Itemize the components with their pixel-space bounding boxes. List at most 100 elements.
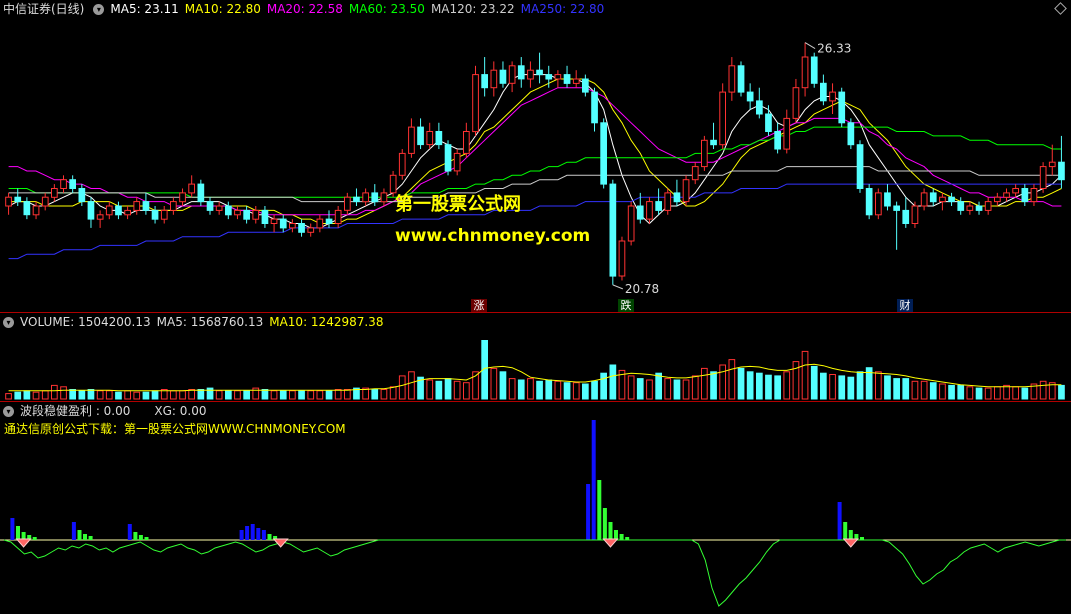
candle-body <box>966 205 974 211</box>
candle-body <box>472 74 479 133</box>
volume-ma5: MA5: 1568760.13 <box>156 315 264 329</box>
volume-bar <box>215 390 223 400</box>
volume-bar <box>14 391 22 400</box>
candle-body <box>655 201 662 211</box>
signal-bar <box>245 526 250 540</box>
candle-body <box>572 78 580 84</box>
volume-bar <box>243 390 251 400</box>
volume-bar <box>856 371 864 400</box>
candle-body <box>32 205 40 216</box>
signal-bar <box>602 508 607 540</box>
volume-bar <box>23 390 31 400</box>
volume-bar <box>60 386 67 400</box>
signal-bar <box>71 522 76 540</box>
candle-body <box>1058 161 1065 181</box>
volume-bar <box>463 382 470 400</box>
candle-body <box>792 87 800 119</box>
marker-up: 涨 <box>471 299 487 313</box>
price-panel: 中信证券(日线) ▾ MA5: 23.11 MA10: 22.80 MA20: 22.5… <box>0 0 1071 313</box>
volume-bar <box>197 389 205 400</box>
volume-bar <box>517 379 525 400</box>
candle-body <box>884 192 891 207</box>
chevron-down-icon[interactable]: ▾ <box>3 317 14 328</box>
chevron-down-icon[interactable]: ▾ <box>93 4 105 15</box>
low-label: 20.78 <box>625 282 659 296</box>
volume-bar <box>398 375 406 400</box>
volume-bar <box>893 378 900 400</box>
candle-body <box>96 214 104 220</box>
candle-body <box>206 201 214 211</box>
candle-body <box>380 192 388 203</box>
candle-body <box>87 201 95 220</box>
volume-bar <box>32 391 40 400</box>
volume-bar <box>78 390 86 400</box>
candle-body <box>783 117 791 150</box>
volume-bar <box>701 367 708 400</box>
volume-bar <box>563 382 571 400</box>
volume-bar <box>691 375 699 400</box>
ma20-line <box>8 87 1062 216</box>
volume-bar <box>984 387 992 400</box>
candle-body <box>746 91 754 102</box>
volume-bar <box>957 384 965 400</box>
candle-body <box>673 192 681 203</box>
volume-bar <box>234 390 241 400</box>
candle-body <box>105 205 113 216</box>
volume-bar <box>884 375 891 400</box>
ma20-legend: MA20: 22.58 <box>266 2 343 16</box>
signal-bar <box>256 528 261 540</box>
candle-body <box>197 183 205 203</box>
volume-bar <box>380 389 388 400</box>
signal-bar <box>597 480 602 540</box>
signal-bar <box>16 526 20 540</box>
volume-bar <box>847 376 855 400</box>
volume-bar <box>829 374 836 400</box>
candle-body <box>453 152 461 172</box>
candle-body <box>371 192 379 203</box>
candle-body <box>69 179 77 189</box>
volume-bar <box>994 386 1001 400</box>
volume-bar <box>682 379 690 400</box>
candle-body <box>78 188 86 203</box>
volume-bar <box>87 389 95 400</box>
volume-bar <box>646 379 653 400</box>
candle-body <box>325 218 333 225</box>
volume-bar <box>966 386 974 400</box>
signal-marker-icon <box>842 538 859 548</box>
candle-body <box>975 205 983 211</box>
candle-body <box>911 205 919 224</box>
volume-bar <box>673 379 681 400</box>
candle-body <box>691 166 699 181</box>
candle-body <box>41 196 49 207</box>
volume-bar <box>810 365 818 400</box>
ma60-legend: MA60: 23.50 <box>348 2 425 16</box>
volume-bar <box>270 390 278 400</box>
chevron-down-icon[interactable]: ▾ <box>3 406 14 417</box>
candle-body <box>682 179 690 203</box>
volume-bar <box>911 380 919 400</box>
signal-bar <box>586 484 591 540</box>
volume-bar <box>1021 387 1029 400</box>
volume-bar <box>170 390 177 400</box>
volume-bar <box>96 390 104 400</box>
candle-body <box>14 196 22 203</box>
candle-body <box>426 131 434 146</box>
candle-body <box>563 74 571 84</box>
signal-bar <box>267 534 272 540</box>
volume-bar <box>225 390 232 400</box>
signal-bar <box>591 420 596 540</box>
indicator-xg: XG: 0.00 <box>154 404 207 418</box>
candle-body <box>664 192 672 211</box>
price-legend: 中信证券(日线) ▾ MA5: 23.11 MA10: 22.80 MA20: 22.5… <box>0 0 610 18</box>
candle-body <box>545 74 553 80</box>
signal-bar <box>843 522 848 540</box>
candle-body <box>124 209 132 216</box>
volume-legend: ▾ VOLUME: 1504200.13 MA5: 1568760.13 MA10: … <box>0 313 389 331</box>
volume-bar <box>554 380 562 400</box>
candle-body <box>270 218 278 225</box>
candle-body <box>801 56 809 89</box>
signal-bar <box>837 502 842 540</box>
ma5-line <box>8 74 1062 229</box>
volume-bar <box>435 380 443 400</box>
volume-ma10: MA10: 1242987.38 <box>269 315 384 329</box>
